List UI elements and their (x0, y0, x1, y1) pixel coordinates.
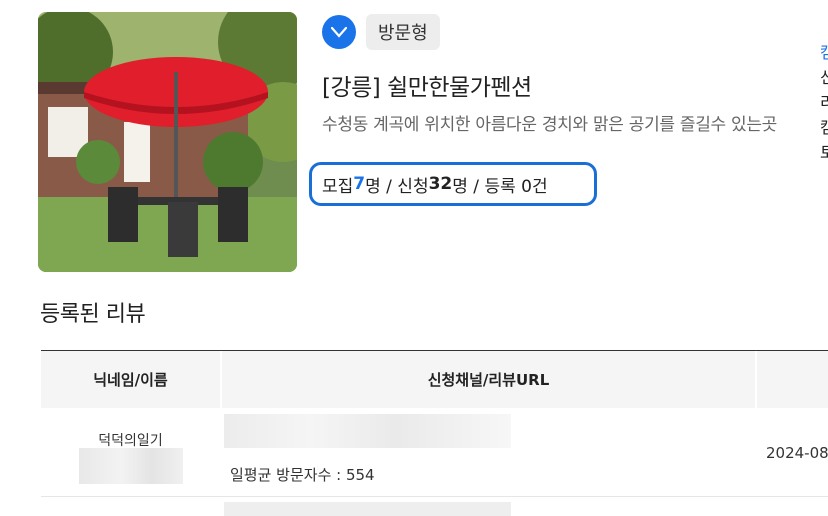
reviews-section-title: 등록된 리뷰 (40, 302, 146, 327)
edge-text-line: 캠 (820, 118, 828, 137)
daily-visitors: 일평균 방문자수 : 554 (230, 466, 375, 484)
campaign-title[interactable]: [강릉] 쉴만한물가펜션 (322, 68, 792, 102)
header-channel-url: 신청채널/리뷰URL (222, 351, 755, 408)
recruit-count: 7 (353, 174, 366, 194)
blurred-review-url-next[interactable] (224, 502, 511, 516)
recruit-stats-box: 모집 7 명 / 신청 32 명 / 등록 0건 (309, 162, 597, 206)
apply-count: 32 (428, 174, 453, 194)
blurred-name (79, 448, 183, 484)
campaign-info: 방문형 [강릉] 쉴만한물가펜션 수청동 계곡에 위치한 아름다운 경치와 맑은… (322, 12, 792, 136)
table-header: 닉네임/이름 신청채널/리뷰URL (41, 350, 828, 408)
header-nickname: 닉네임/이름 (41, 351, 220, 408)
check-circle-icon (322, 15, 356, 49)
edge-text-line: 리 (820, 93, 828, 112)
campaign-type-chip: 방문형 (366, 14, 440, 50)
campaign-thumbnail[interactable] (38, 12, 297, 272)
reviewer-nickname: 덕덕의일기 (98, 433, 163, 449)
edge-text-line: 토 (820, 143, 828, 162)
campaign-description: 수청동 계곡에 위치한 아름다운 경치와 맑은 공기를 즐길수 있는곳 (322, 115, 778, 135)
badge-row: 방문형 (322, 12, 792, 52)
recruit-unit: 명 / 신청 (365, 176, 429, 197)
right-edge-panel: 캠 신 리 캠 토 (820, 40, 828, 165)
recruit-label: 모집 (322, 176, 354, 197)
blurred-review-url[interactable] (224, 414, 511, 448)
apply-unit: 명 / 등록 0건 (452, 176, 548, 197)
edge-text-line: 신 (820, 68, 828, 87)
table-row: 덕덕의일기 일평균 방문자수 : 554 2024-08 (41, 408, 828, 497)
pension-garden-image (38, 12, 297, 272)
reviews-table: 닉네임/이름 신청채널/리뷰URL 덕덕의일기 일평균 방문자수 : 554 2… (41, 350, 828, 497)
edge-text-line[interactable]: 캠 (820, 40, 828, 65)
review-date: 2024-08 (766, 444, 828, 462)
header-date (757, 351, 828, 408)
